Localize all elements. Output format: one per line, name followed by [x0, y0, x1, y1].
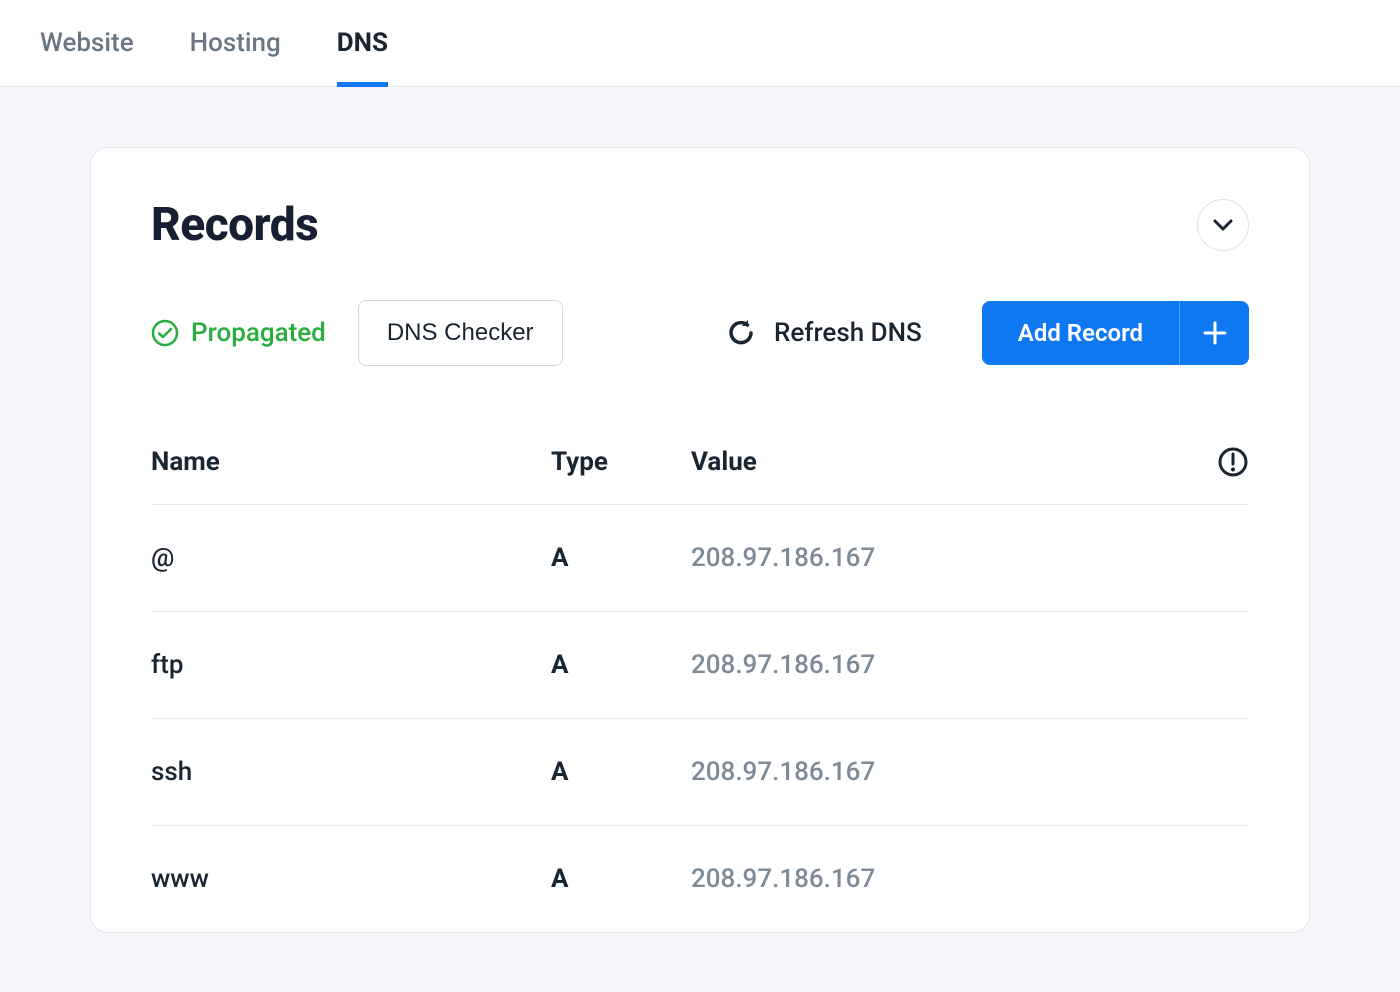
- plus-icon: [1202, 320, 1228, 346]
- record-name: www: [151, 864, 551, 894]
- table-header-row: Name Type Value: [151, 446, 1249, 505]
- records-header: Records: [151, 198, 1249, 252]
- records-table: Name Type Value @ A 208.97.186.167: [151, 446, 1249, 932]
- column-header-type: Type: [551, 447, 691, 477]
- content-area: Records Propagated DNS Chec: [0, 87, 1400, 933]
- record-type: A: [551, 543, 691, 573]
- tab-dns[interactable]: DNS: [337, 0, 388, 86]
- tab-website[interactable]: Website: [40, 0, 134, 86]
- record-name: ssh: [151, 757, 551, 787]
- propagation-status-label: Propagated: [191, 318, 326, 348]
- refresh-icon: [726, 318, 756, 348]
- records-actions: Propagated DNS Checker Refresh DNS Add R…: [151, 300, 1249, 366]
- check-circle-icon: [151, 319, 179, 347]
- refresh-dns-label: Refresh DNS: [774, 318, 922, 348]
- table-row[interactable]: ftp A 208.97.186.167: [151, 612, 1249, 719]
- table-row[interactable]: ssh A 208.97.186.167: [151, 719, 1249, 826]
- record-value: 208.97.186.167: [691, 864, 1189, 894]
- column-header-info: [1189, 446, 1249, 478]
- records-title: Records: [151, 198, 318, 252]
- column-header-value: Value: [691, 447, 1189, 477]
- dns-checker-button[interactable]: DNS Checker: [358, 300, 563, 366]
- record-value: 208.97.186.167: [691, 543, 1189, 573]
- record-name: @: [151, 543, 551, 573]
- record-value: 208.97.186.167: [691, 650, 1189, 680]
- record-type: A: [551, 650, 691, 680]
- record-type: A: [551, 757, 691, 787]
- propagation-status: Propagated: [151, 318, 326, 348]
- refresh-dns-button[interactable]: Refresh DNS: [726, 318, 922, 348]
- chevron-down-icon: [1213, 219, 1233, 231]
- collapse-button[interactable]: [1197, 199, 1249, 251]
- records-card: Records Propagated DNS Chec: [90, 147, 1310, 933]
- add-record-button[interactable]: Add Record: [982, 301, 1249, 365]
- record-type: A: [551, 864, 691, 894]
- tab-hosting[interactable]: Hosting: [190, 0, 281, 86]
- add-record-label: Add Record: [982, 301, 1179, 365]
- top-tabs: Website Hosting DNS: [0, 0, 1400, 87]
- table-row[interactable]: @ A 208.97.186.167: [151, 505, 1249, 612]
- record-name: ftp: [151, 650, 551, 680]
- table-row[interactable]: www A 208.97.186.167: [151, 826, 1249, 932]
- record-value: 208.97.186.167: [691, 757, 1189, 787]
- info-icon[interactable]: [1217, 446, 1249, 478]
- column-header-name: Name: [151, 447, 551, 477]
- add-record-plus[interactable]: [1179, 301, 1249, 365]
